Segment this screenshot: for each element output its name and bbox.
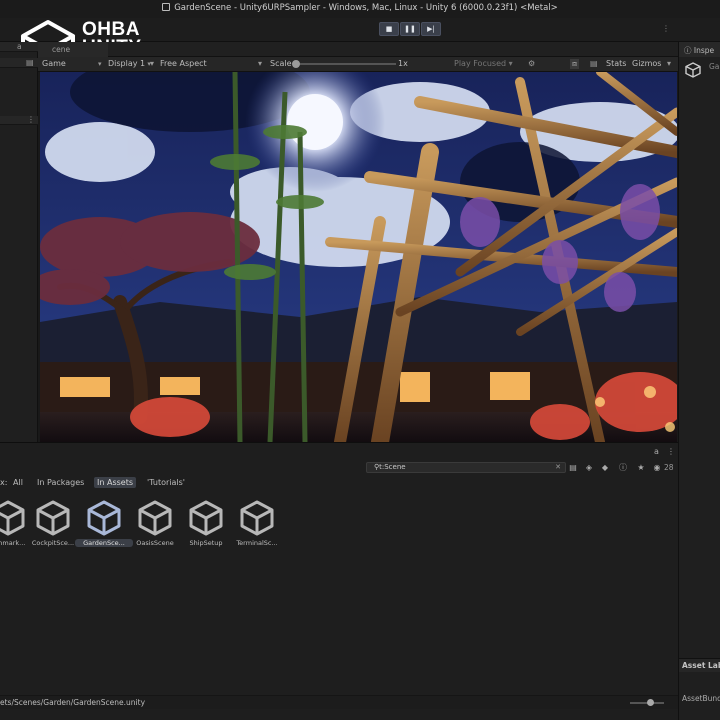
hierarchy-search-icon: ▤ bbox=[26, 58, 34, 67]
asset-label: CockpitSce... bbox=[31, 539, 75, 547]
filter-icon[interactable]: ▤ bbox=[568, 463, 578, 473]
asset-labels-header[interactable]: Asset Lab bbox=[679, 658, 720, 672]
hierarchy-tab-label: a bbox=[17, 42, 22, 51]
search-scope-row: x: All In Packages In Assets 'Tutorials' bbox=[0, 475, 678, 489]
game-view-tabbar: cene bbox=[38, 42, 678, 57]
display-dropdown[interactable]: Display 1 bbox=[108, 59, 151, 68]
asset-item[interactable]: ShipSetup bbox=[181, 499, 231, 555]
project-search-input[interactable]: ⚲t:Scene ✕ bbox=[366, 462, 566, 473]
project-panel: a ⋮ ⚲t:Scene ✕ ▤ ◈ ◆ ⓘ ★ ◉ 28 x: All In … bbox=[0, 442, 678, 720]
audio-icon[interactable]: ▤ bbox=[590, 59, 598, 68]
tab-inspector[interactable]: ⓘ Inspe bbox=[679, 42, 720, 57]
hierarchy-more-icon[interactable]: ⋮ bbox=[27, 115, 35, 124]
toolbar-more-icon[interactable]: ⋮ bbox=[662, 24, 670, 33]
lock-icon[interactable]: a bbox=[654, 447, 659, 456]
window-title-bar: GardenScene - Unity6URPSampler - Windows… bbox=[0, 0, 720, 18]
clear-search-icon[interactable]: ✕ bbox=[555, 463, 561, 472]
inspector-object-name: Ga bbox=[709, 62, 720, 71]
asset-bundle-label: AssetBund bbox=[682, 694, 720, 703]
asset-label: OasisScene bbox=[136, 539, 174, 547]
asset-item[interactable]: CockpitSce... bbox=[28, 499, 78, 555]
hierarchy-scene-row[interactable]: ⋮ bbox=[0, 115, 38, 125]
unity-scene-icon bbox=[240, 500, 274, 536]
game-viewport[interactable] bbox=[40, 72, 677, 442]
window-title: GardenScene - Unity6URPSampler - Windows… bbox=[0, 3, 720, 13]
scale-slider-track[interactable] bbox=[296, 63, 396, 65]
gizmos-button[interactable]: Gizmos bbox=[632, 59, 661, 68]
info-icon: ⓘ bbox=[684, 46, 692, 55]
unity-scene-icon bbox=[685, 62, 701, 78]
asset-item-selected[interactable]: GardenSce... bbox=[75, 499, 133, 555]
visibility-icon[interactable]: ◉ bbox=[652, 463, 662, 473]
scale-value: 1x bbox=[398, 59, 408, 68]
panel-menu-icon[interactable]: ⋮ bbox=[667, 447, 675, 456]
asset-label: ShipSetup bbox=[189, 539, 223, 547]
item-count: 28 bbox=[664, 463, 674, 472]
display-mode-dropdown[interactable]: Game bbox=[42, 59, 102, 68]
step-button[interactable]: ▶| bbox=[421, 22, 441, 36]
asset-label: TerminalSc... bbox=[236, 539, 278, 547]
asset-item[interactable]: TerminalSc... bbox=[232, 499, 282, 555]
unity-file-icon bbox=[162, 3, 171, 11]
play-button[interactable]: ■ bbox=[379, 22, 399, 36]
inspector-panel: ⓘ Inspe Ga Asset Lab AssetBund bbox=[678, 42, 720, 720]
icon-size-slider-handle[interactable] bbox=[647, 699, 654, 706]
dropdown-arrow-icon: ▾ bbox=[258, 59, 263, 68]
aspect-dropdown[interactable]: Free Aspect bbox=[160, 59, 207, 68]
asset-path-bar: ets/Scenes/Garden/GardenScene.unity bbox=[0, 695, 678, 709]
unity-scene-icon bbox=[138, 500, 172, 536]
filter-tutorials[interactable]: 'Tutorials' bbox=[144, 477, 188, 488]
hierarchy-panel: a ▤ ⋮ bbox=[0, 42, 38, 442]
pause-button[interactable]: ❚❚ bbox=[400, 22, 420, 36]
selected-asset-path: ets/Scenes/Garden/GardenScene.unity bbox=[0, 698, 146, 707]
unity-scene-icon bbox=[87, 500, 121, 536]
hierarchy-search[interactable]: ▤ bbox=[0, 58, 38, 68]
garden-scene-render bbox=[40, 72, 677, 442]
dropdown-arrow-icon: ▾ bbox=[150, 59, 155, 68]
maximize-icon[interactable]: ⧈ bbox=[570, 59, 580, 69]
project-header: a ⋮ ⚲t:Scene ✕ ▤ ◈ ◆ ⓘ ★ ◉ 28 bbox=[0, 443, 678, 473]
hierarchy-tab[interactable]: a bbox=[0, 42, 38, 52]
unity-scene-icon bbox=[0, 500, 25, 536]
tab-scene[interactable]: cene bbox=[38, 42, 108, 57]
filter-all[interactable]: All bbox=[10, 477, 26, 488]
asset-label: GardenSce... bbox=[75, 539, 133, 547]
stats-button[interactable]: Stats bbox=[606, 59, 626, 68]
game-view-toolbar: Game Display 1 ▾ Free Aspect ▾ Scale 1x … bbox=[38, 57, 678, 72]
filter-in-packages[interactable]: In Packages bbox=[34, 477, 87, 488]
warning-icon[interactable]: ⓘ bbox=[618, 463, 628, 473]
scale-label: Scale bbox=[270, 59, 292, 68]
unity-scene-icon bbox=[189, 500, 223, 536]
bug-icon[interactable]: ⚙ bbox=[528, 59, 535, 68]
play-focused-dropdown[interactable]: Play Focused ▾ bbox=[454, 59, 513, 68]
gizmos-dropdown-icon[interactable]: ▾ bbox=[667, 59, 671, 68]
scale-slider-handle[interactable] bbox=[292, 60, 300, 68]
stop-square-icon: ■ bbox=[385, 24, 393, 33]
search-label: x: bbox=[0, 478, 8, 487]
type-filter-icon[interactable]: ◈ bbox=[584, 463, 594, 473]
label-filter-icon[interactable]: ◆ bbox=[600, 463, 610, 473]
star-icon[interactable]: ★ bbox=[636, 463, 646, 473]
pause-icon: ❚❚ bbox=[404, 24, 416, 33]
unity-scene-icon bbox=[36, 500, 70, 536]
filter-in-assets[interactable]: In Assets bbox=[94, 477, 137, 488]
asset-item[interactable]: OasisScene bbox=[130, 499, 180, 555]
step-forward-icon: ▶| bbox=[427, 24, 435, 33]
